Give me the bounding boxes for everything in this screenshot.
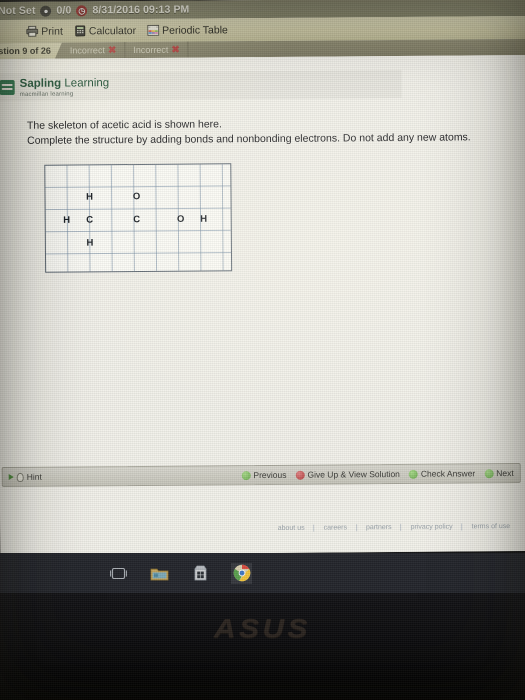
footer-link-about-us[interactable]: about us [268, 524, 315, 532]
hint-label: Hint [26, 471, 42, 482]
score-value: 0/0 [56, 4, 72, 17]
question-action-bar: Hint Previous Give Up & View Solution Ch… [1, 462, 521, 488]
clock-icon: ◷ [76, 4, 88, 16]
due-datetime: 8/31/2016 09:13 PM [92, 3, 190, 17]
previous-label: Previous [253, 469, 287, 481]
brand-name-bold: Sapling [19, 78, 62, 91]
next-label: Next [496, 468, 514, 479]
check-answer-label: Check Answer [420, 468, 476, 479]
calculator-label: Calculator [88, 24, 137, 37]
brand-subtitle: macmillan learning [19, 91, 74, 99]
periodic-table-label: Periodic Table [162, 23, 228, 37]
laptop-screen-photo: Not Set ● 0/0 ◷ 8/31/2016 09:13 PM Print [0, 0, 525, 700]
atom-label[interactable]: H [86, 238, 93, 249]
lightbulb-icon [16, 472, 24, 482]
windows-taskbar [0, 553, 525, 593]
atom-label[interactable]: O [177, 214, 184, 225]
atom-label[interactable]: C [86, 215, 93, 226]
calculator-button[interactable]: Calculator [74, 24, 137, 37]
calculator-icon [74, 25, 85, 37]
tab-attempt-1-label: Incorrect [69, 45, 105, 56]
assignment-status-label: Not Set [0, 4, 36, 18]
tab-attempt-2-label: Incorrect [133, 44, 169, 56]
task-view-icon[interactable] [108, 563, 129, 584]
footer-link-partners[interactable]: partners [356, 523, 402, 531]
asus-logo: ASUS [214, 613, 311, 643]
print-button[interactable]: Print [26, 25, 63, 37]
check-answer-button[interactable]: Check Answer [408, 468, 476, 479]
periodic-table-icon [147, 24, 160, 36]
laptop-bezel: ASUS [0, 593, 525, 700]
brand-header: Sapling Learning macmillan learning [0, 69, 402, 102]
footer-link-careers[interactable]: careers [314, 523, 357, 532]
browser-screen: Not Set ● 0/0 ◷ 8/31/2016 09:13 PM Print [0, 0, 525, 556]
incorrect-x-icon: ✖ [107, 44, 117, 56]
molecule-drawing-canvas[interactable]: H O H C C O H H [44, 163, 233, 273]
give-up-label: Give Up & View Solution [307, 468, 400, 480]
tab-attempt-1[interactable]: Incorrect ✖ [61, 42, 126, 59]
question-prompt: The skeleton of acetic acid is shown her… [27, 115, 471, 149]
brand-name-light: Learning [64, 77, 110, 91]
file-explorer-icon[interactable] [149, 563, 170, 584]
give-up-button[interactable]: Give Up & View Solution [295, 469, 400, 480]
navigation-button-group: Previous Give Up & View Solution Check A… [241, 468, 519, 480]
footer-link-terms-of-use[interactable]: terms of use [463, 523, 520, 530]
score-icon: ● [40, 5, 52, 17]
tab-current-question[interactable]: stion 9 of 26 [0, 43, 62, 60]
circle-arrow-left-icon [241, 470, 251, 480]
question-line-2: Complete the structure by adding bonds a… [27, 131, 471, 148]
microsoft-store-icon[interactable] [190, 563, 211, 584]
brand-text: Sapling Learning macmillan learning [20, 75, 110, 99]
atom-label[interactable]: H [200, 214, 207, 225]
atom-label[interactable]: C [133, 214, 140, 225]
expand-arrow-icon [8, 473, 14, 481]
previous-button[interactable]: Previous [241, 470, 286, 480]
circle-check-icon [408, 469, 418, 479]
atom-label[interactable]: H [63, 215, 70, 226]
question-page: Sapling Learning macmillan learning The … [0, 54, 525, 556]
hint-button[interactable]: Hint [3, 472, 42, 482]
atom-label[interactable]: H [86, 192, 93, 203]
next-button[interactable]: Next [484, 468, 514, 478]
circle-x-icon [295, 470, 305, 480]
printer-icon [26, 25, 39, 37]
periodic-table-button[interactable]: Periodic Table [147, 24, 228, 37]
chrome-icon[interactable] [231, 562, 252, 584]
footer-link-privacy-policy[interactable]: privacy policy [401, 522, 463, 531]
circle-arrow-right-icon [484, 468, 494, 478]
incorrect-x-icon: ✖ [171, 44, 180, 56]
atom-label[interactable]: O [133, 191, 140, 202]
tab-attempt-2[interactable]: Incorrect ✖ [125, 41, 189, 59]
sapling-leaf-logo-icon [0, 79, 15, 95]
tab-current-question-label: stion 9 of 26 [0, 45, 51, 57]
site-footer: about us careers partners privacy policy… [0, 517, 525, 539]
print-label: Print [41, 25, 63, 38]
